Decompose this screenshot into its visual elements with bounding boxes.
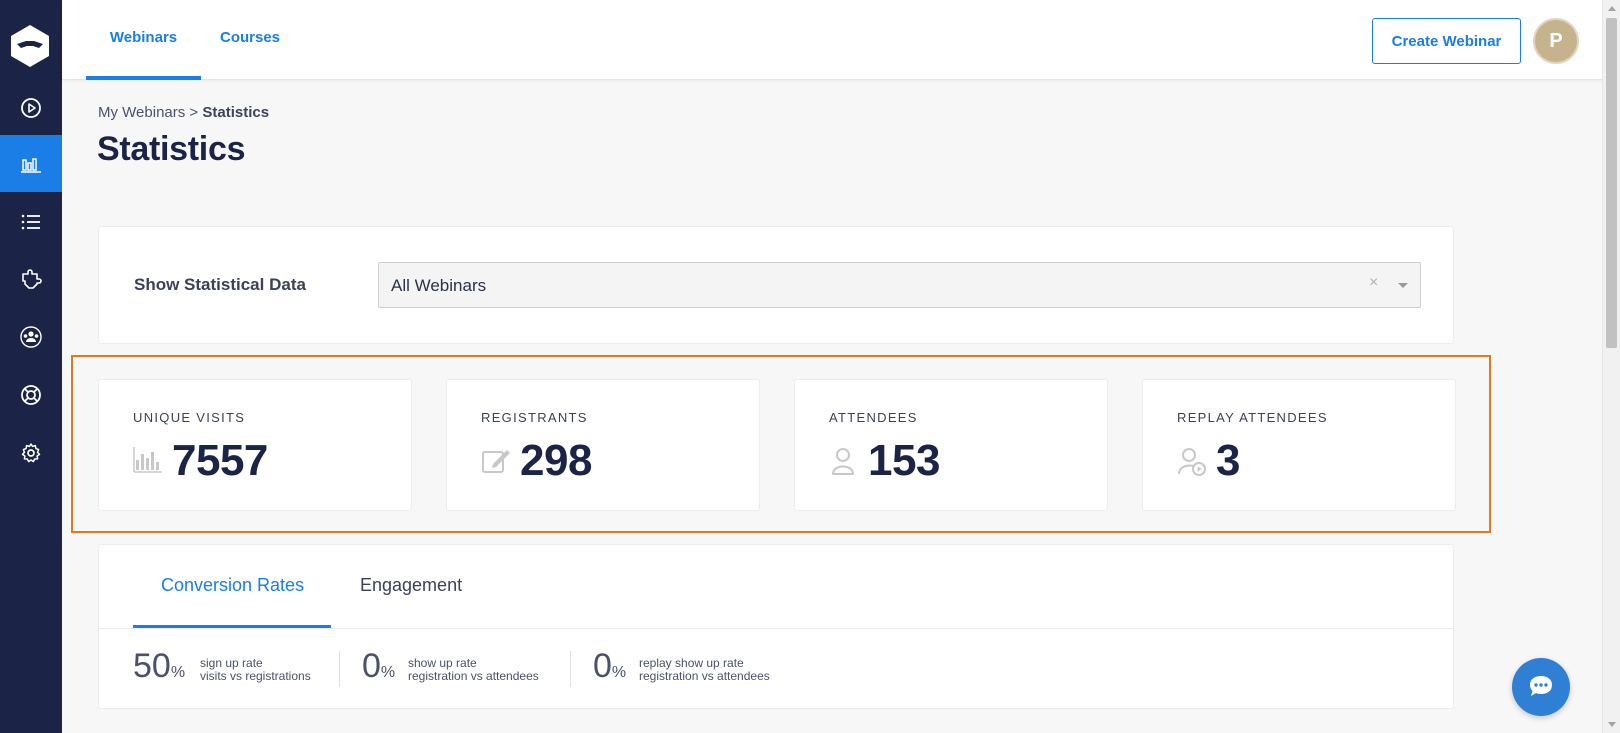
avatar[interactable]: P (1533, 18, 1579, 64)
sidebar-item-webinars[interactable] (0, 79, 62, 136)
app-logo-icon[interactable] (9, 24, 51, 68)
bar-chart-icon (133, 447, 162, 473)
sidebar-item-settings[interactable] (0, 424, 62, 481)
stat-value: 7557 (172, 436, 268, 485)
stat-card-attendees: ATTENDEES 153 (794, 379, 1108, 511)
scroll-down-icon[interactable] (1608, 722, 1616, 727)
list-icon (21, 214, 40, 229)
rate-description: show up rate registration vs attendees (408, 656, 539, 683)
breadcrumb: My Webinars > Statistics (98, 104, 269, 121)
tab-engagement[interactable]: Engagement (360, 575, 462, 596)
rate-value: 0% (593, 647, 627, 685)
stat-value: 3 (1216, 436, 1240, 485)
divider (339, 651, 340, 687)
puzzle-icon (22, 268, 42, 289)
scrollbar[interactable] (1602, 0, 1620, 733)
rate-description: sign up rate visits vs registrations (200, 656, 311, 683)
sidebar-item-statistics[interactable] (0, 135, 62, 192)
rate-value: 0% (362, 647, 396, 685)
gear-icon (21, 442, 41, 462)
chat-button[interactable] (1512, 658, 1570, 716)
sidebar-item-integrations[interactable] (0, 251, 62, 308)
rate-description: replay show up rate registration vs atten… (639, 656, 770, 683)
conversion-card: Conversion Rates Engagement 50% sign up … (98, 544, 1454, 709)
breadcrumb-current: Statistics (202, 104, 270, 121)
user-icon (832, 448, 854, 475)
stat-label: UNIQUE VISITS (133, 410, 246, 425)
stat-label: ATTENDEES (829, 410, 918, 425)
page-title: Statistics (97, 130, 246, 168)
stat-card-unique-visits: UNIQUE VISITS 7557 (98, 379, 412, 511)
tab-webinars[interactable]: Webinars (86, 0, 201, 80)
scroll-thumb[interactable] (1606, 18, 1617, 348)
chevron-down-icon[interactable] (1398, 283, 1408, 288)
webinar-select-value: All Webinars (391, 276, 487, 295)
filter-label: Show Statistical Data (134, 275, 306, 294)
tab-courses[interactable]: Courses (210, 0, 290, 80)
play-circle-icon (21, 97, 41, 118)
stat-label: REGISTRANTS (481, 410, 588, 425)
divider (570, 651, 571, 687)
sidebar (0, 0, 62, 733)
create-webinar-button[interactable]: Create Webinar (1372, 18, 1521, 64)
bar-chart-icon (21, 157, 41, 173)
sidebar-item-list[interactable] (0, 193, 62, 250)
stat-label: REPLAY ATTENDEES (1177, 410, 1328, 425)
stat-value: 153 (868, 436, 940, 485)
filter-card: Show Statistical Data All Webinars × (98, 226, 1454, 344)
tab-conversion-rates[interactable]: Conversion Rates (161, 575, 304, 596)
lifebuoy-icon (21, 384, 41, 405)
user-replay-icon (1178, 448, 1206, 476)
breadcrumb-parent[interactable]: My Webinars (98, 104, 185, 121)
stat-card-registrants: REGISTRANTS 298 (446, 379, 760, 511)
users-icon (20, 325, 42, 348)
scroll-up-icon[interactable] (1608, 6, 1616, 11)
top-bar: Webinars Courses Create Webinar P (62, 0, 1602, 80)
webinar-select[interactable]: All Webinars × (378, 262, 1421, 308)
tab-divider (99, 628, 1453, 629)
sidebar-item-support[interactable] (0, 366, 62, 423)
rate-value: 50% (133, 647, 186, 685)
edit-icon (482, 450, 510, 473)
breadcrumb-separator: > (189, 104, 199, 121)
chat-icon (1530, 676, 1552, 696)
stat-card-replay-attendees: REPLAY ATTENDEES 3 (1142, 379, 1456, 511)
sidebar-item-users[interactable] (0, 308, 62, 365)
stat-value: 298 (520, 436, 592, 485)
clear-icon[interactable]: × (1369, 274, 1378, 292)
